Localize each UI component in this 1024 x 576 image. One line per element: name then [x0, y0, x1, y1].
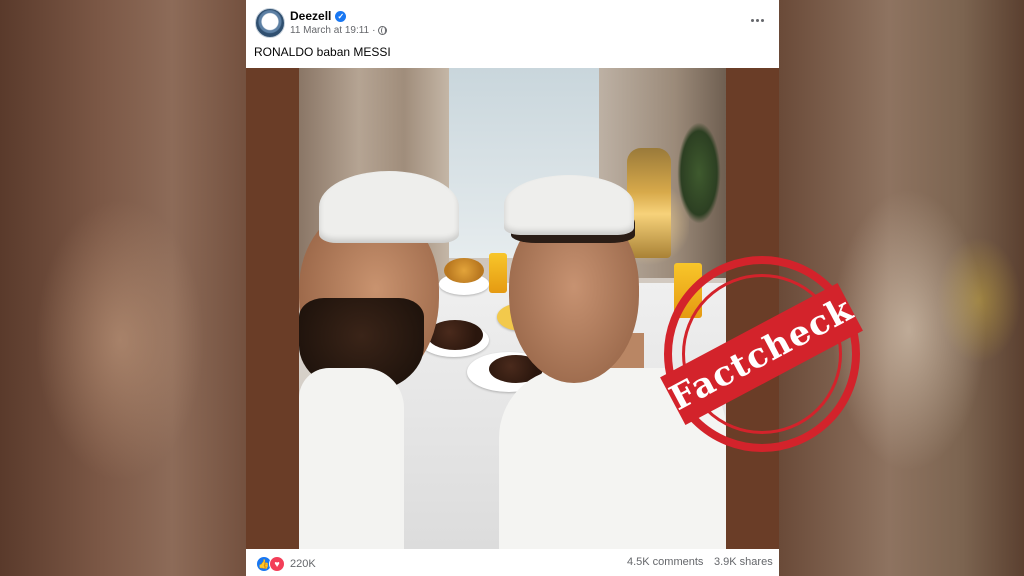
person-left-cap	[319, 171, 459, 243]
person-right-cap	[504, 175, 634, 235]
post-footer: 👍 ♥ 220K 4.5K comments 3.9K shares	[246, 549, 779, 576]
post-caption: RONALDO baban MESSI	[254, 45, 391, 59]
meta-separator: ·	[372, 25, 376, 36]
juice-glass	[489, 253, 507, 293]
love-icon: ♥	[269, 556, 285, 572]
person-left-shirt	[299, 368, 404, 549]
factcheck-stamp: Factcheck	[660, 256, 864, 452]
post-timestamp[interactable]: 11 March at 19:11	[290, 25, 369, 36]
comments-count[interactable]: 4.5K comments	[627, 556, 703, 568]
more-options-icon[interactable]	[747, 12, 767, 28]
avatar[interactable]	[255, 8, 285, 38]
author-name[interactable]: Deezell	[290, 9, 331, 23]
verified-badge-icon: ✓	[335, 10, 347, 22]
reactions-summary[interactable]: 👍 ♥ 220K	[256, 556, 316, 572]
shares-count[interactable]: 3.9K shares	[714, 556, 773, 568]
author-line: Deezell ✓	[290, 9, 347, 23]
post-header: Deezell ✓ 11 March at 19:11 · RONALDO ba…	[246, 0, 779, 68]
globe-icon	[378, 26, 388, 35]
post-photo	[299, 68, 726, 549]
post-meta: 11 March at 19:11 ·	[290, 25, 388, 36]
blurred-background-left	[0, 0, 246, 576]
pastries	[444, 258, 484, 283]
reaction-count: 220K	[290, 558, 316, 570]
